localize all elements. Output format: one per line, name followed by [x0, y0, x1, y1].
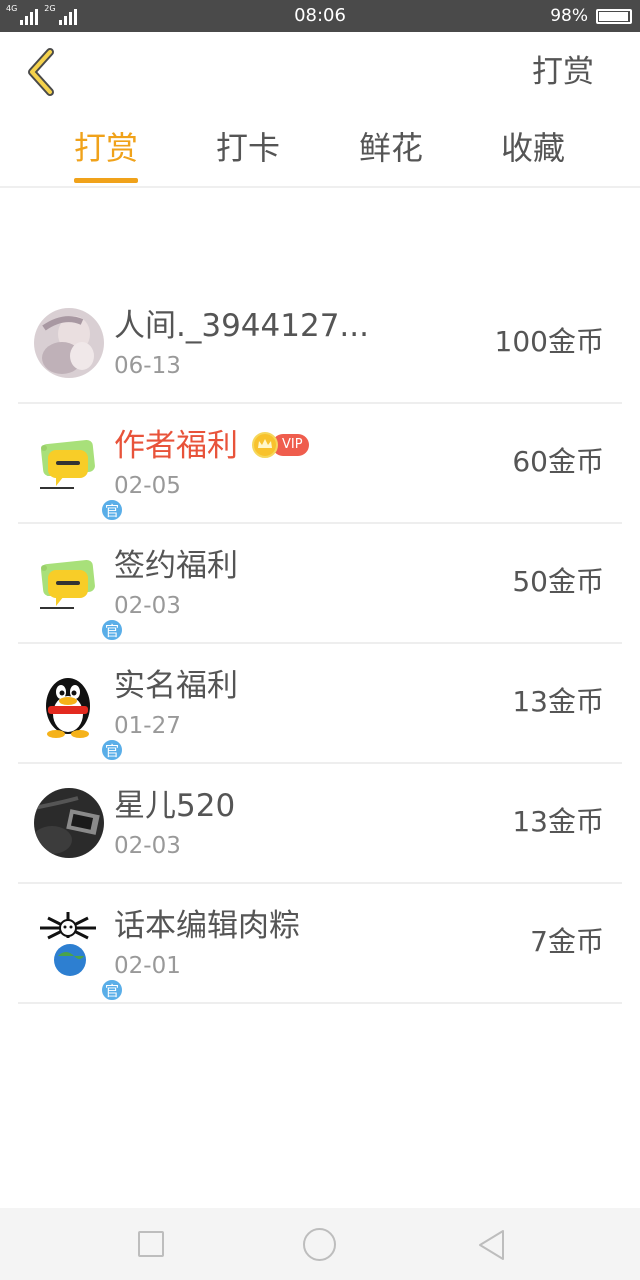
list-item[interactable]: 官 签约福利 02-03 50金币 [18, 524, 622, 644]
user-name: 实名福利 [114, 668, 238, 704]
system-nav-bar [0, 1208, 640, 1280]
official-badge: 官 [100, 978, 124, 1002]
reward-date: 02-05 [114, 473, 181, 499]
avatar: 官 [34, 548, 124, 642]
avatar [34, 308, 104, 378]
avatar: 官 [34, 668, 124, 762]
reward-date: 02-03 [114, 593, 181, 619]
reward-date: 01-27 [114, 713, 181, 739]
reward-amount: 7金币 [530, 925, 604, 958]
reward-date: 02-01 [114, 953, 181, 979]
vip-badge: VIP [252, 432, 309, 458]
crown-icon [252, 432, 278, 458]
back-button[interactable] [18, 44, 68, 100]
photo-avatar-icon [34, 308, 104, 378]
official-badge: 官 [100, 738, 124, 762]
list-item[interactable]: 官 话本编辑肉粽 02-01 7金币 [18, 884, 622, 1004]
battery-percent: 98% [550, 6, 588, 26]
user-name: 星儿520 [114, 788, 236, 824]
avatar: 官 [34, 428, 124, 522]
battery-icon [596, 9, 632, 24]
avatar: 官 [34, 908, 124, 1002]
list-item[interactable]: 人间._3944127... 06-13 100金币 [18, 284, 622, 404]
dark-photo-avatar-icon [34, 788, 104, 858]
tab-reward[interactable]: 打赏 [56, 128, 156, 168]
penguin-icon [46, 678, 90, 738]
user-name: 作者福利 [114, 428, 238, 464]
list-item[interactable]: 官 作者福利 VIP 02-05 60金币 [18, 404, 622, 524]
avatar [34, 788, 104, 858]
home-button[interactable] [303, 1228, 336, 1261]
chevron-left-icon [28, 48, 54, 96]
tab-checkin[interactable]: 打卡 [198, 128, 298, 168]
reward-action-button[interactable]: 打赏 [532, 52, 594, 92]
tab-flowers[interactable]: 鲜花 [341, 128, 441, 168]
active-tab-indicator [74, 178, 138, 183]
chat-bubble-icon [40, 439, 95, 489]
reward-amount: 60金币 [512, 445, 604, 478]
system-back-button[interactable] [476, 1228, 508, 1262]
recents-button[interactable] [138, 1231, 164, 1257]
header: 打赏 [0, 32, 640, 112]
list-item[interactable]: 官 实名福利 01-27 13金币 [18, 644, 622, 764]
reward-amount: 100金币 [494, 325, 604, 358]
official-badge: 官 [100, 618, 124, 642]
user-name: 人间._3944127... [114, 308, 369, 344]
reward-date: 02-03 [114, 833, 181, 859]
user-name: 话本编辑肉粽 [114, 908, 300, 944]
tab-bar: 打赏 打卡 鲜花 收藏 [0, 112, 640, 188]
list-item[interactable]: 星儿520 02-03 13金币 [18, 764, 622, 884]
reward-date: 06-13 [114, 353, 181, 379]
reward-amount: 13金币 [512, 685, 604, 718]
reward-list: 人间._3944127... 06-13 100金币 官 作者福利 VIP 02… [18, 284, 622, 1004]
reward-amount: 13金币 [512, 805, 604, 838]
status-bar: 4G 2G 08:06 98% [0, 0, 640, 32]
user-name: 签约福利 [114, 548, 238, 584]
official-badge: 官 [100, 498, 124, 522]
tab-favorites[interactable]: 收藏 [483, 128, 583, 168]
globe-icon [40, 912, 96, 976]
chat-bubble-icon [40, 559, 95, 609]
reward-amount: 50金币 [512, 565, 604, 598]
triangle-back-icon [479, 1230, 504, 1260]
status-time: 08:06 [294, 5, 346, 26]
